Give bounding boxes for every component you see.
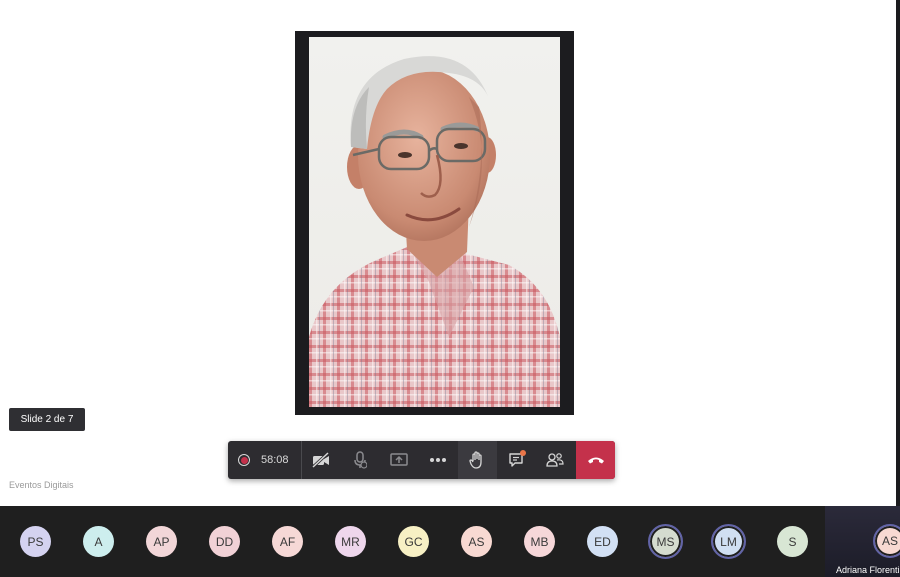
chat-button[interactable] [497, 441, 536, 479]
hang-up-button[interactable] [576, 441, 615, 479]
window-edge [896, 0, 900, 506]
elderly-man-portrait-image [309, 56, 560, 407]
participant-avatar[interactable]: ED [587, 526, 618, 557]
participant-avatar[interactable]: MB [524, 526, 555, 557]
hang-up-icon [587, 457, 604, 464]
share-screen-icon [390, 453, 408, 466]
participant-avatar[interactable]: PS [20, 526, 51, 557]
participants-button[interactable] [536, 441, 575, 479]
participant-avatar[interactable]: DD [209, 526, 240, 557]
participant-avatar[interactable]: A [83, 526, 114, 557]
mic-toggle-button[interactable] [341, 441, 380, 479]
participant-avatar[interactable]: GC [398, 526, 429, 557]
active-speaker-name: Adriana Florentino [836, 565, 900, 575]
slide-counter-badge: Slide 2 de 7 [9, 408, 85, 431]
active-speaker-tile[interactable]: AS Adriana Florentino [825, 506, 900, 577]
participant-avatar[interactable]: AP [146, 526, 177, 557]
more-options-icon [430, 458, 447, 462]
shared-content-stage: Slide 2 de 7 Eventos Digitais 58:08 [0, 0, 897, 506]
recording-timer-group: 58:08 [228, 441, 302, 479]
portrait-photo [309, 37, 560, 407]
participant-avatar[interactable]: S [777, 526, 808, 557]
camera-toggle-button[interactable] [302, 441, 341, 479]
active-speaker-avatar: AS [873, 524, 900, 558]
participants-icon [546, 453, 564, 467]
watermark-text: Eventos Digitais [9, 480, 74, 490]
raise-hand-icon [469, 451, 482, 469]
participant-avatar[interactable]: AF [272, 526, 303, 557]
participant-strip: PS A AP DD AF MR GC AS MB ED MS LM S AS … [0, 506, 900, 577]
recording-dot-icon [238, 454, 250, 466]
participant-avatar-speaking[interactable]: MS [648, 524, 683, 559]
share-screen-button[interactable] [380, 441, 419, 479]
participant-avatar-speaking[interactable]: LM [711, 524, 746, 559]
raise-hand-button[interactable] [457, 441, 497, 479]
call-timer: 58:08 [261, 454, 289, 466]
more-options-button[interactable] [419, 441, 458, 479]
camera-off-icon [312, 452, 330, 468]
participant-avatar[interactable]: AS [461, 526, 492, 557]
mic-muted-icon [354, 451, 368, 469]
chat-unread-badge [520, 450, 527, 456]
call-control-bar: 58:08 [228, 441, 615, 479]
participant-avatar[interactable]: MR [335, 526, 366, 557]
presentation-slide [295, 31, 574, 415]
